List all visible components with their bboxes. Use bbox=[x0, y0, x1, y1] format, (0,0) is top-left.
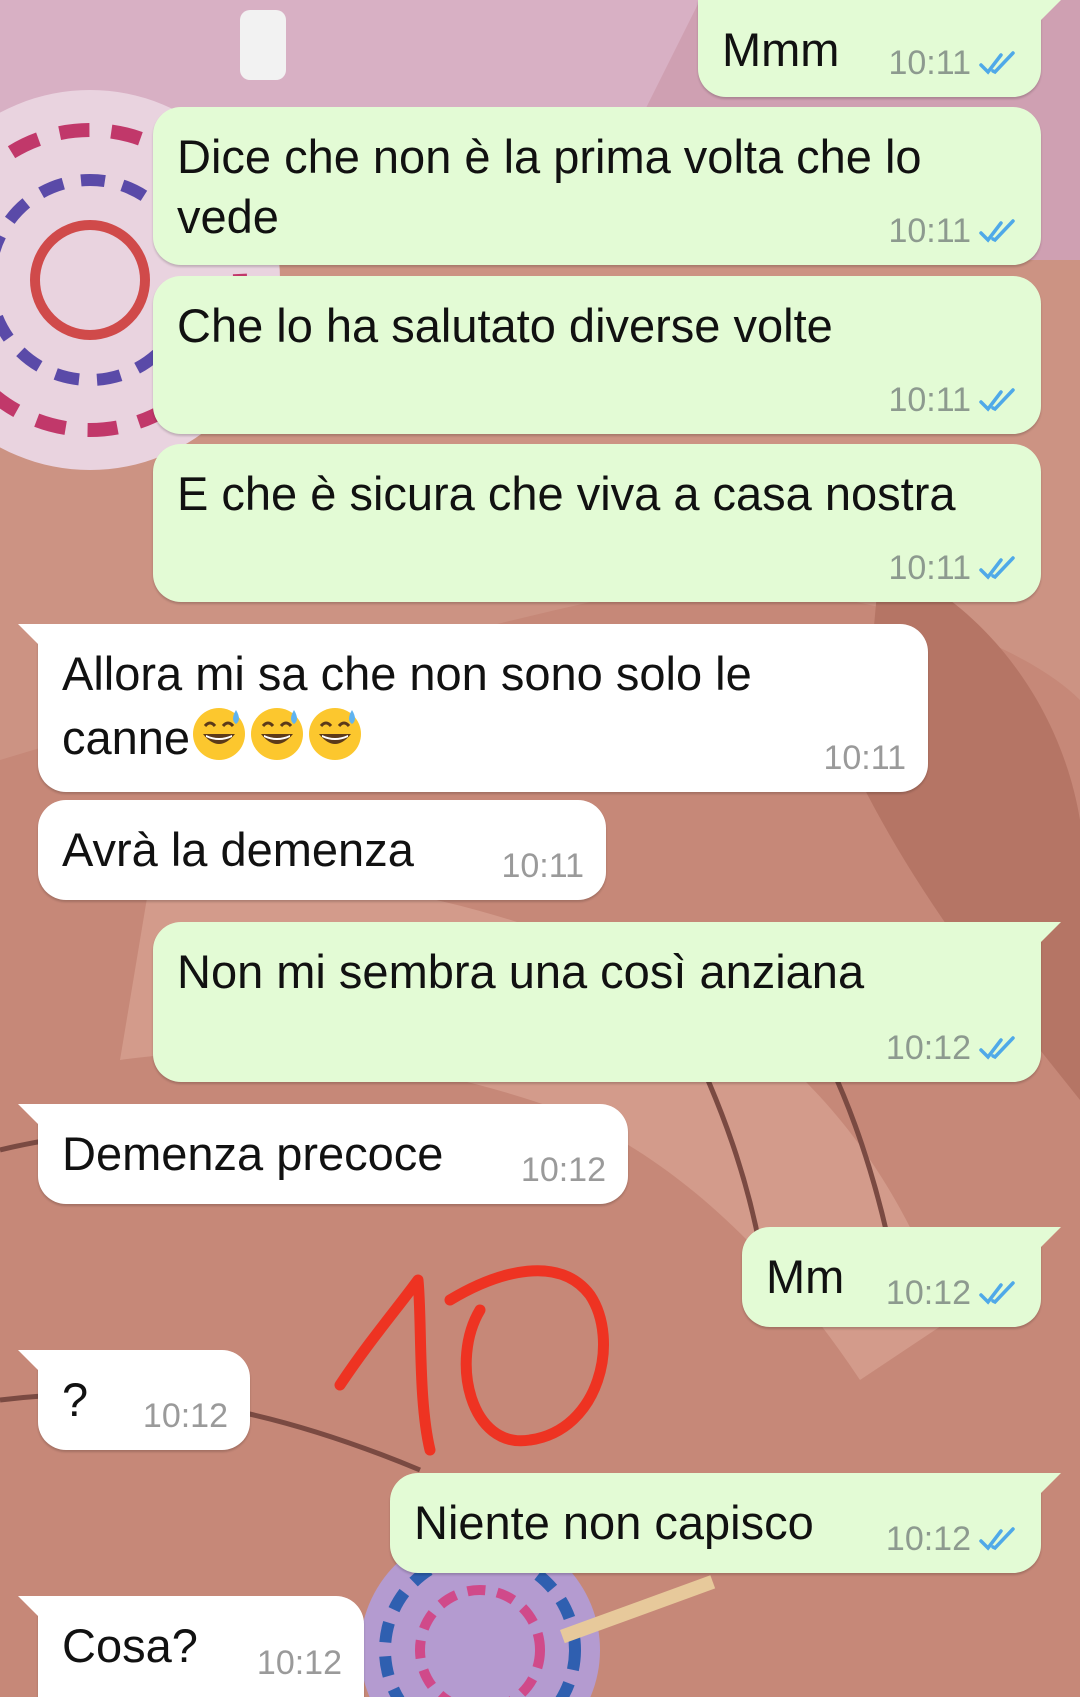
message-outgoing[interactable]: Dice che non è la prima volta che lo ved… bbox=[153, 107, 1041, 265]
grinning-face-with-sweat-icon bbox=[251, 708, 304, 760]
grinning-face-with-sweat-icon bbox=[309, 708, 362, 760]
message-time: 10:11 bbox=[501, 847, 584, 885]
message-text-content: Allora mi sa che non sono solo le canne bbox=[62, 647, 765, 764]
grinning-face-with-sweat-icon bbox=[193, 708, 246, 760]
message-incoming[interactable]: Demenza precoce 10:12 bbox=[18, 1104, 628, 1204]
message-time: 10:12 bbox=[885, 1520, 971, 1558]
message-meta: 10:12 bbox=[886, 1028, 1019, 1068]
message-time: 10:11 bbox=[823, 739, 906, 777]
message-meta: 10:11 bbox=[888, 548, 1019, 588]
message-outgoing[interactable]: Che lo ha salutato diverse volte 10:11 bbox=[153, 276, 1041, 434]
message-time: 10:12 bbox=[885, 1029, 971, 1067]
message-outgoing[interactable]: Mm 10:12 bbox=[742, 1227, 1061, 1327]
double-check-icon bbox=[979, 51, 1015, 75]
double-check-icon bbox=[979, 219, 1015, 243]
double-check-icon bbox=[979, 1281, 1015, 1305]
message-meta: 10:12 bbox=[521, 1150, 606, 1190]
message-time: 10:12 bbox=[885, 1274, 971, 1312]
message-meta: 10:12 bbox=[886, 1519, 1019, 1559]
message-text: Allora mi sa che non sono solo le canne bbox=[62, 644, 862, 768]
message-incoming[interactable]: Avrà la demenza 10:11 bbox=[38, 800, 606, 900]
message-meta: 10:11 bbox=[501, 846, 584, 886]
message-text: E che è sicura che viva a casa nostra bbox=[177, 467, 956, 520]
message-meta: 10:12 bbox=[886, 1273, 1019, 1313]
double-check-icon bbox=[979, 556, 1015, 580]
message-meta: 10:11 bbox=[888, 43, 1019, 83]
message-outgoing[interactable]: Mmm 10:11 bbox=[698, 0, 1061, 97]
message-meta: 10:12 bbox=[143, 1396, 228, 1436]
message-incoming[interactable]: ? 10:12 bbox=[18, 1350, 250, 1450]
double-check-icon bbox=[979, 388, 1015, 412]
message-incoming[interactable]: Allora mi sa che non sono solo le canne … bbox=[18, 624, 928, 792]
message-outgoing[interactable]: Niente non capisco 10:12 bbox=[390, 1473, 1061, 1573]
message-incoming[interactable]: Cosa? 10:12 bbox=[18, 1596, 364, 1697]
message-time: 10:11 bbox=[888, 549, 971, 587]
message-time: 10:11 bbox=[888, 212, 971, 250]
double-check-icon bbox=[979, 1036, 1015, 1060]
message-text: Dice che non è la prima volta che lo ved… bbox=[177, 130, 935, 243]
message-meta: 10:12 bbox=[257, 1643, 342, 1683]
message-outgoing[interactable]: Non mi sembra una così anziana 10:12 bbox=[153, 922, 1061, 1082]
handwritten-score-mark bbox=[334, 1265, 609, 1456]
message-time: 10:12 bbox=[142, 1397, 228, 1435]
message-time: 10:12 bbox=[520, 1151, 606, 1189]
message-time: 10:12 bbox=[256, 1644, 342, 1682]
message-outgoing[interactable]: E che è sicura che viva a casa nostra 10… bbox=[153, 444, 1041, 602]
message-text: Che lo ha salutato diverse volte bbox=[177, 299, 833, 352]
message-meta: 10:11 bbox=[888, 380, 1019, 420]
double-check-icon bbox=[979, 1527, 1015, 1551]
message-text: Non mi sembra una così anziana bbox=[177, 945, 865, 998]
message-meta: 10:11 bbox=[823, 738, 906, 778]
message-time: 10:11 bbox=[888, 44, 971, 82]
message-meta: 10:11 bbox=[888, 211, 1019, 251]
message-time: 10:11 bbox=[888, 381, 971, 419]
